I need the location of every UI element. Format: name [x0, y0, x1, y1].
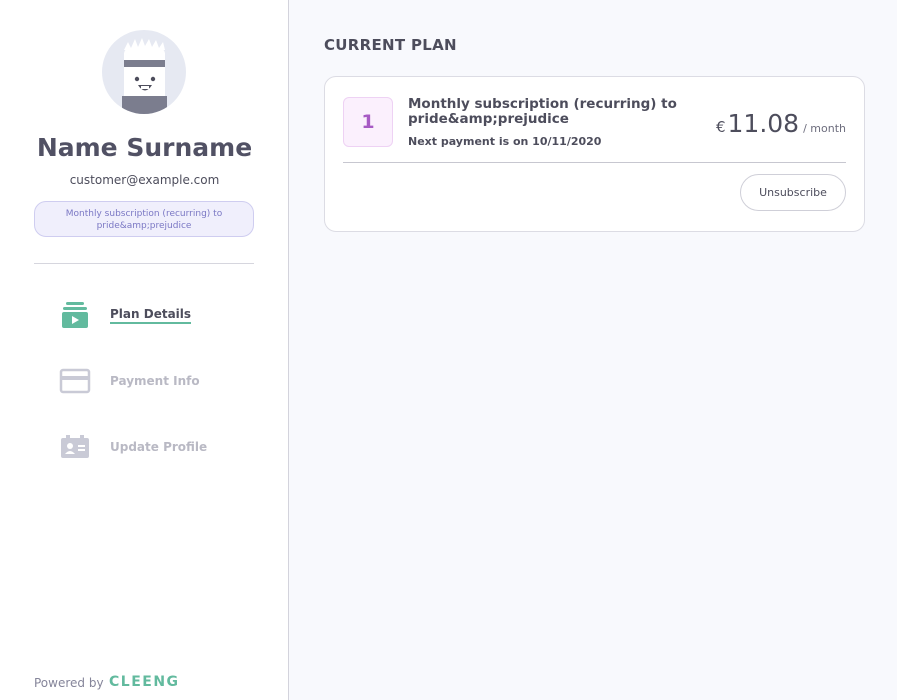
sidebar: Name Surname customer@example.com Monthl… — [0, 0, 289, 700]
card-divider — [343, 162, 846, 163]
plan-details-icon — [58, 300, 92, 330]
plan-price: € 11.08 / month — [716, 109, 846, 138]
powered-by: Powered by CLEENG — [34, 673, 197, 692]
plan-title: Monthly subscription (recurring) to prid… — [408, 96, 677, 127]
nav-item-update-profile[interactable]: Update Profile — [58, 431, 258, 463]
current-plan-badge: Monthly subscription (recurring) to prid… — [34, 201, 254, 237]
plan-card: 1 Monthly subscription (recurring) to pr… — [324, 76, 865, 232]
id-card-icon — [58, 432, 92, 462]
price-currency: € — [715, 118, 726, 136]
next-payment-text: Next payment is on 10/11/2020 — [408, 135, 602, 148]
nav-label-update-profile: Update Profile — [110, 440, 208, 454]
svg-text:CLEENG: CLEENG — [109, 674, 180, 689]
unsubscribe-button[interactable]: Unsubscribe — [740, 174, 846, 211]
powered-by-text: Powered by — [34, 675, 104, 690]
nav-label-payment-info: Payment Info — [110, 374, 200, 388]
profile-email: customer@example.com — [69, 173, 220, 187]
price-period: / month — [803, 122, 846, 135]
current-plan-heading: CURRENT PLAN — [324, 36, 457, 54]
nav-item-payment-info[interactable]: Payment Info — [58, 365, 258, 397]
price-amount: 11.08 — [727, 109, 800, 138]
nav-item-plan-details[interactable]: Plan Details — [58, 299, 258, 331]
cleeng-logo: CLEENG — [109, 673, 197, 692]
plan-number-badge: 1 — [343, 97, 393, 147]
robot-avatar-icon — [102, 30, 186, 114]
sidebar-divider — [34, 263, 254, 264]
profile-name: Name Surname — [36, 133, 253, 162]
credit-card-icon — [58, 366, 92, 396]
nav-label-plan-details: Plan Details — [110, 307, 192, 324]
